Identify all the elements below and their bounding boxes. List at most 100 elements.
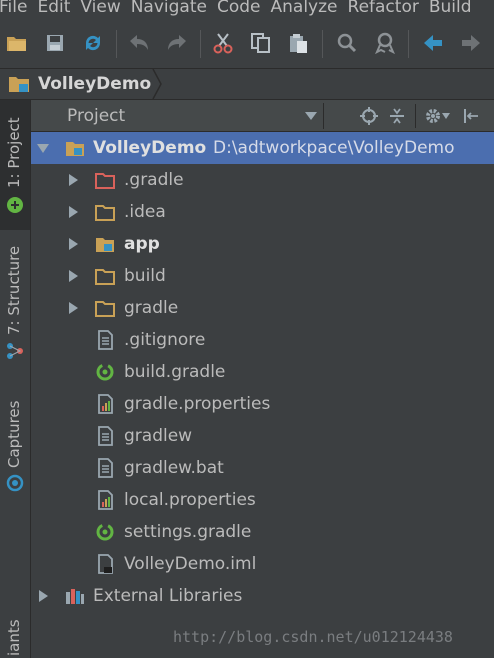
view-selector[interactable]: Project — [31, 103, 324, 129]
sync-icon[interactable] — [80, 30, 106, 56]
replace-icon[interactable] — [372, 30, 398, 56]
tree-item[interactable]: gradle — [31, 292, 494, 324]
tree-root-name: VolleyDemo — [93, 138, 207, 158]
project-panel-header: Project — [31, 100, 494, 132]
collapse-arrow-icon[interactable] — [37, 142, 49, 154]
tree-item-name: .idea — [124, 202, 166, 222]
folder-excluded-icon — [95, 173, 115, 189]
folder-icon — [95, 269, 115, 285]
tree-item-name: gradlew.bat — [124, 458, 224, 478]
header-separator — [415, 104, 416, 128]
structure-icon — [7, 343, 23, 359]
tree-item[interactable]: settings.gradle — [31, 516, 494, 548]
text-file-icon — [98, 330, 113, 350]
project-folder-icon — [9, 77, 29, 92]
tree-item[interactable]: build.gradle — [31, 356, 494, 388]
expand-arrow-icon[interactable] — [67, 206, 79, 218]
tree-item[interactable]: gradlew — [31, 420, 494, 452]
gear-dropdown-icon[interactable] — [441, 106, 451, 126]
menu-bar: File Edit View Navigate Code Analyze Refactor B… — [0, 0, 494, 20]
undo-icon[interactable] — [126, 30, 152, 56]
menu-view[interactable]: View — [80, 0, 120, 20]
hide-panel-icon[interactable] — [461, 106, 481, 126]
tree-item[interactable]: .gitignore — [31, 324, 494, 356]
tree-item-name: gradlew — [124, 426, 193, 446]
tree-item[interactable]: gradlew.bat — [31, 452, 494, 484]
menu-file[interactable]: File — [0, 0, 27, 20]
cut-icon[interactable] — [210, 30, 236, 56]
find-icon[interactable] — [334, 30, 360, 56]
expand-arrow-icon[interactable] — [37, 590, 49, 602]
menu-edit[interactable]: Edit — [37, 0, 70, 20]
tree-item[interactable]: .gradle — [31, 164, 494, 196]
expand-arrow-icon[interactable] — [67, 270, 79, 282]
menu-analyze[interactable]: Analyze — [271, 0, 338, 20]
watermark-text: http://blog.csdn.net/u012124438 — [173, 628, 453, 646]
tree-root-path: D:\adtworkpace\VolleyDemo — [213, 138, 455, 158]
properties-file-icon — [98, 394, 113, 414]
collapse-all-icon[interactable] — [387, 106, 407, 126]
tree-external-name: External Libraries — [93, 586, 243, 606]
menu-code[interactable]: Code — [217, 0, 261, 20]
tree-external-libraries[interactable]: External Libraries — [31, 580, 494, 612]
tab-build-variants-label: iants — [5, 619, 23, 656]
redo-icon[interactable] — [164, 30, 190, 56]
text-file-icon — [98, 426, 113, 446]
android-icon — [7, 197, 23, 213]
tab-captures-label: Captures — [5, 400, 23, 468]
tree-item[interactable]: app — [31, 228, 494, 260]
tab-build-variants[interactable]: iants — [0, 600, 30, 658]
tree-item-name: .gitignore — [124, 330, 206, 350]
tab-captures[interactable]: Captures — [0, 400, 30, 500]
tree-item-name: settings.gradle — [124, 522, 252, 542]
tree-item[interactable]: build — [31, 260, 494, 292]
tab-project-label: 1: Project — [5, 117, 23, 188]
folder-icon — [95, 205, 115, 221]
project-folder-icon — [66, 142, 84, 156]
tree-item-name: gradle — [124, 298, 179, 318]
breadcrumb-label: VolleyDemo — [38, 74, 152, 94]
captures-icon — [6, 474, 24, 492]
tab-project[interactable]: 1: Project — [0, 100, 30, 230]
tree-item-name: local.properties — [124, 490, 256, 510]
save-icon[interactable] — [42, 30, 68, 56]
libraries-icon — [66, 589, 84, 604]
menu-navigate[interactable]: Navigate — [131, 0, 207, 20]
gradle-file-icon — [96, 523, 114, 541]
left-tool-strip: 1: Project 7: Structure Captures iants — [0, 100, 31, 658]
toolbar-separator — [200, 30, 201, 58]
tree-item[interactable]: .idea — [31, 196, 494, 228]
properties-file-icon — [98, 490, 113, 510]
toolbar-separator — [408, 30, 409, 58]
expand-arrow-icon[interactable] — [67, 238, 79, 250]
toolbar-separator — [322, 30, 323, 58]
module-icon — [96, 238, 114, 252]
toolbar-separator — [116, 30, 117, 58]
copy-icon[interactable] — [248, 30, 274, 56]
tree-item[interactable]: local.properties — [31, 484, 494, 516]
back-icon[interactable] — [420, 30, 446, 56]
tree-item-name: VolleyDemo.iml — [124, 554, 257, 574]
breadcrumb-separator-icon — [152, 69, 162, 99]
locate-icon[interactable] — [359, 106, 379, 126]
view-selector-label: Project — [67, 106, 126, 126]
tree-item-name: gradle.properties — [124, 394, 271, 414]
expand-arrow-icon[interactable] — [67, 174, 79, 186]
menu-refactor[interactable]: Refactor — [348, 0, 419, 20]
tree-root-row[interactable]: VolleyDemo D:\adtworkpace\VolleyDemo — [31, 132, 494, 164]
menu-build[interactable]: Build — [429, 0, 472, 20]
text-file-icon — [98, 458, 113, 478]
gradle-file-icon — [96, 363, 114, 381]
tree-item-name: .gradle — [124, 170, 184, 190]
tab-structure[interactable]: 7: Structure — [0, 246, 30, 370]
expand-arrow-icon[interactable] — [67, 302, 79, 314]
tree-item-name: app — [124, 234, 160, 254]
paste-icon[interactable] — [286, 30, 312, 56]
open-folder-icon[interactable] — [4, 30, 30, 56]
iml-file-icon — [98, 554, 113, 574]
gear-icon[interactable] — [423, 106, 443, 126]
forward-icon[interactable] — [458, 30, 484, 56]
breadcrumb-project[interactable]: VolleyDemo — [8, 72, 151, 96]
tree-item[interactable]: VolleyDemo.iml — [31, 548, 494, 580]
tree-item[interactable]: gradle.properties — [31, 388, 494, 420]
